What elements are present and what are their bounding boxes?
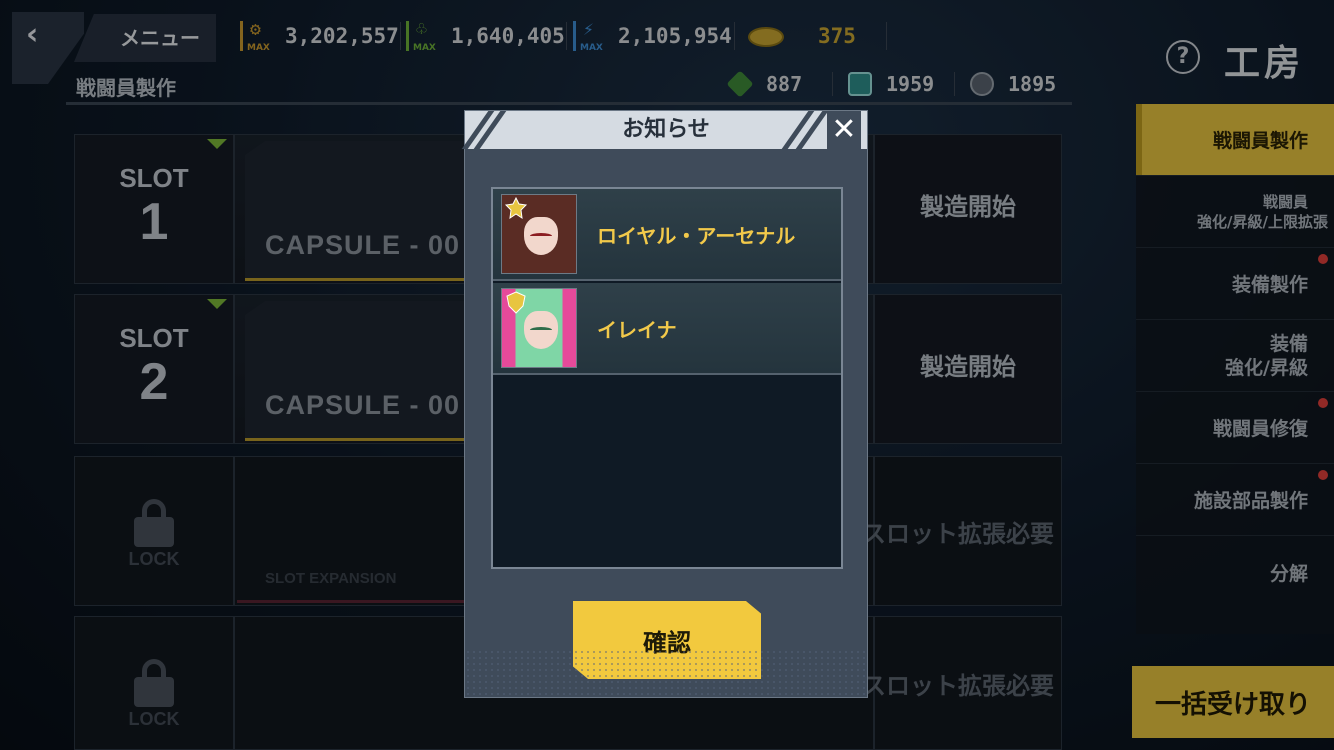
role-badge-icon — [504, 197, 528, 220]
modal-header: お知らせ ✕ — [461, 111, 867, 149]
close-icon[interactable]: ✕ — [827, 111, 861, 149]
modal-title: お知らせ — [622, 117, 710, 142]
notice-modal: お知らせ ✕ ロイヤル・アーセナル イレイナ 確認 — [461, 110, 868, 698]
character-avatar — [501, 288, 577, 368]
acquired-list: ロイヤル・アーセナル イレイナ — [491, 187, 843, 569]
character-name: イレイナ — [597, 317, 677, 342]
list-item[interactable]: ロイヤル・アーセナル — [493, 189, 841, 281]
modal-footer-pattern — [465, 649, 867, 697]
shield-badge-icon — [506, 291, 526, 314]
list-item[interactable]: イレイナ — [493, 283, 841, 375]
character-name: ロイヤル・アーセナル — [597, 223, 796, 248]
character-avatar — [501, 194, 577, 274]
